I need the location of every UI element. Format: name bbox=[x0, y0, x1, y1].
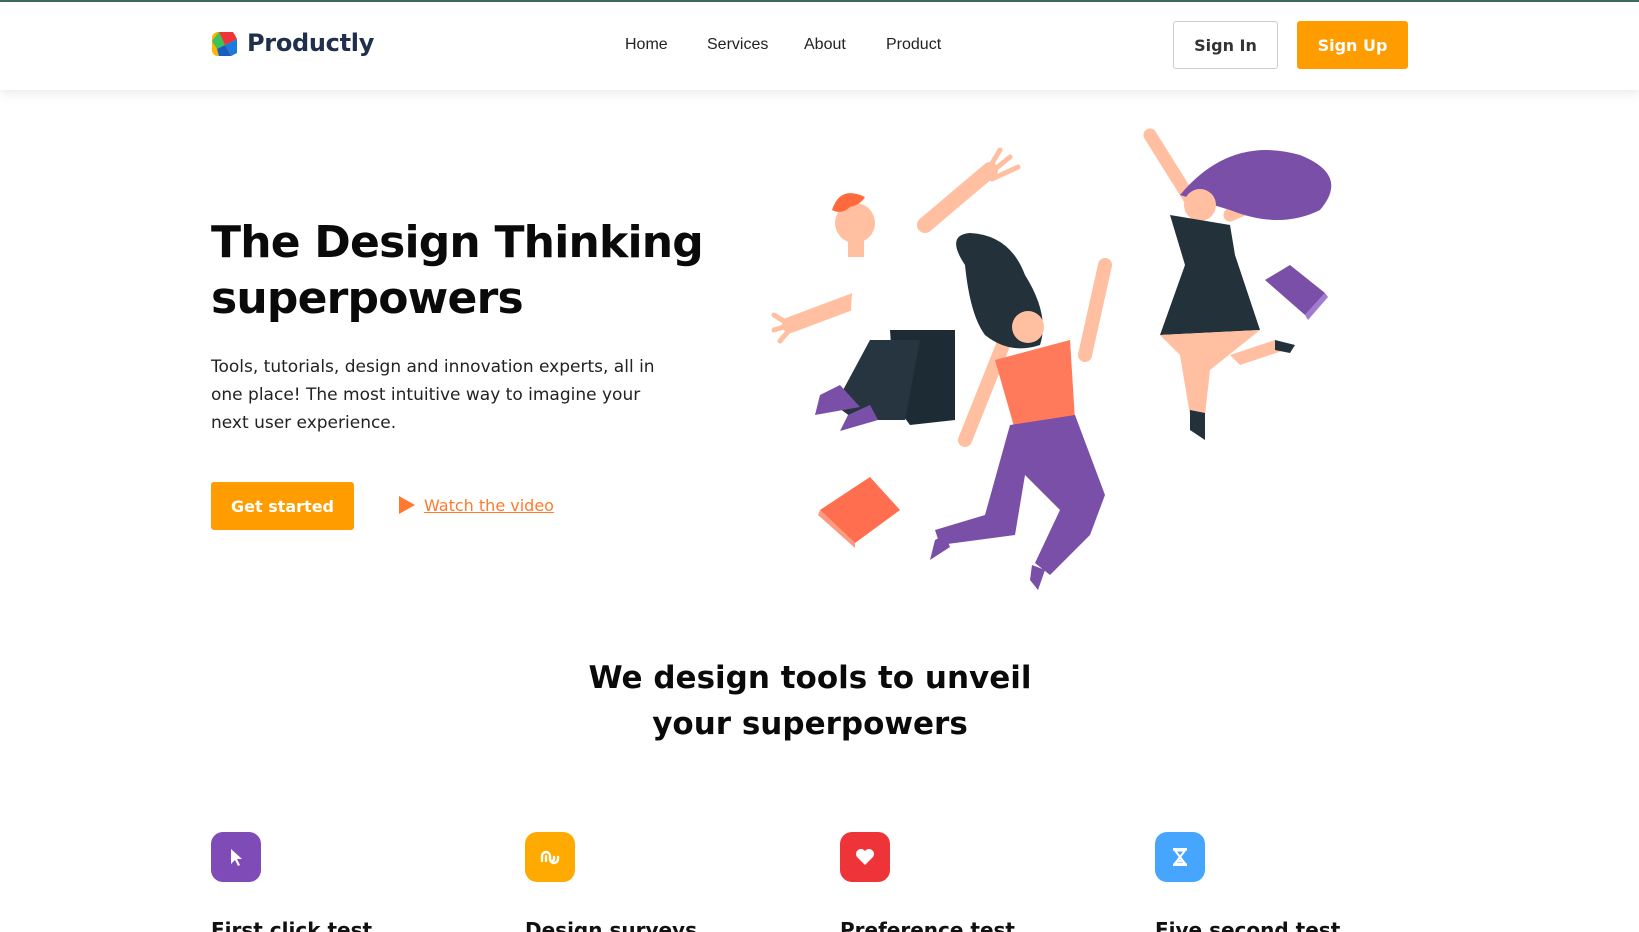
stumbleupon-icon bbox=[540, 850, 560, 865]
hero-title: The Design Thinking superpowers bbox=[211, 215, 711, 327]
feature-card-4[interactable]: Five second test bbox=[1155, 832, 1415, 932]
section-title-line-2: your superpowers bbox=[652, 706, 968, 742]
nav-item-home[interactable]: Home bbox=[625, 36, 668, 54]
feature-title: Five second test bbox=[1155, 918, 1341, 932]
feature-card-1[interactable]: First click test bbox=[211, 832, 471, 932]
feature-title: First click test bbox=[211, 918, 373, 932]
feature-icon-badge bbox=[211, 832, 261, 882]
heart-icon bbox=[856, 849, 874, 865]
hero-description: Tools, tutorials, design and innovation … bbox=[211, 357, 655, 433]
nav-item-product[interactable]: Product bbox=[886, 36, 941, 54]
hero-title-line-1: The Design Thinking bbox=[211, 217, 704, 268]
feature-card-2[interactable]: Design surveys bbox=[525, 832, 785, 932]
section-title-line-1: We design tools to unveil bbox=[588, 660, 1032, 696]
sign-in-button[interactable]: Sign In bbox=[1173, 21, 1278, 69]
feature-icon-badge bbox=[525, 832, 575, 882]
feature-title: Design surveys bbox=[525, 918, 697, 932]
section-title: We design tools to unveil your superpowe… bbox=[520, 655, 1100, 747]
play-icon bbox=[399, 496, 415, 514]
feature-icon-badge bbox=[840, 832, 890, 882]
get-started-button[interactable]: Get started bbox=[211, 482, 354, 530]
cursor-icon bbox=[231, 849, 242, 866]
jumping-people-illustration bbox=[771, 128, 1332, 590]
hero-title-line-2: superpowers bbox=[211, 273, 524, 324]
sign-up-button[interactable]: Sign Up bbox=[1297, 21, 1408, 69]
watch-video-link[interactable]: Watch the video bbox=[398, 495, 554, 515]
watch-video-label: Watch the video bbox=[424, 495, 554, 515]
feature-card-3[interactable]: Preference test bbox=[840, 832, 1100, 932]
site-header: Productly Home Services About Product Si… bbox=[0, 2, 1639, 90]
jumping-woman-center-figure bbox=[930, 233, 1112, 590]
nav-item-about[interactable]: About bbox=[804, 36, 846, 54]
feature-icon-badge bbox=[1155, 832, 1205, 882]
hourglass-icon bbox=[1172, 848, 1188, 866]
feature-title: Preference test bbox=[840, 918, 1015, 932]
nav-item-services[interactable]: Services bbox=[707, 36, 768, 54]
